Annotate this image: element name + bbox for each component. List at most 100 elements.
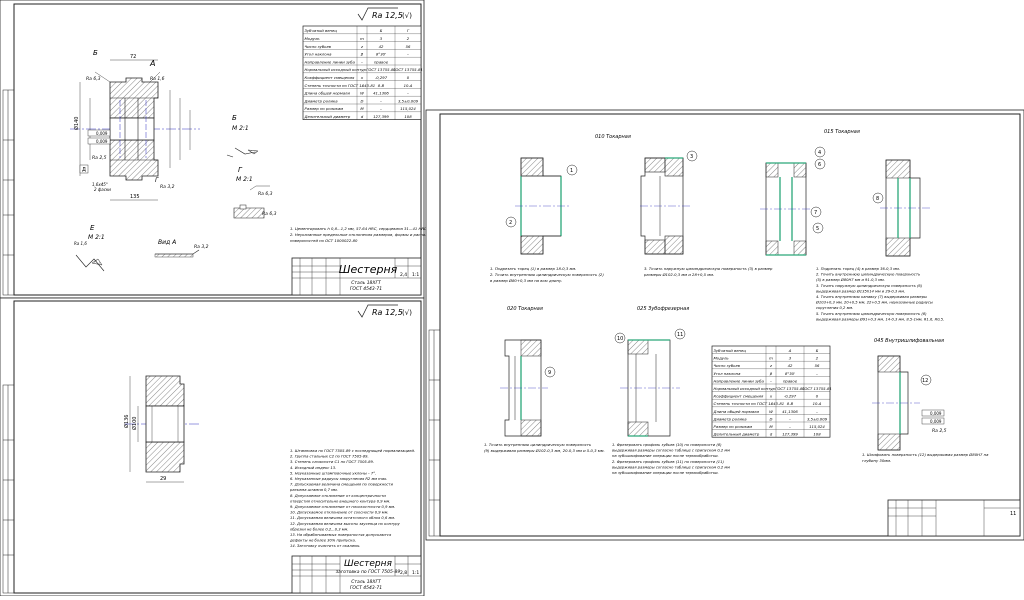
gear-table-3-cell: Делительный диаметр <box>713 432 760 437</box>
op020-line: 1. Точить внутреннюю цилиндрическую пове… <box>484 442 591 447</box>
datum-d: Д <box>82 167 86 173</box>
detail-scale-1: М 2:1 <box>232 125 249 132</box>
note-2-line: дефекты не более 30% припуска. <box>289 539 356 543</box>
op025-line: выдерживая размеры согласно таблице с пр… <box>612 449 730 453</box>
view-label-b: Б <box>93 49 98 57</box>
roughness-paren-2: (√) <box>402 309 412 317</box>
marker-9: 9 <box>548 370 551 376</box>
gear-table-3-cell: Направление линии зуба <box>714 378 765 383</box>
op015-line: 4. Точить внутреннюю канавку (7) выдержи… <box>816 295 927 299</box>
title-block-2: Шестерня заготовка по ГОСТ 7505-89 Сталь… <box>291 555 422 594</box>
op045-line: глубину 30мм. <box>862 458 891 463</box>
tolerance-1: 0,009 <box>96 131 108 136</box>
gear-table-3-cell: Длина общей нормали <box>713 409 760 414</box>
gear-table-1-cell: – <box>380 106 382 111</box>
op010b-line: 3. Точить наружную цилиндрическую поверх… <box>644 266 773 271</box>
title-block-1: Шестерня Сталь 18ХГТ ГОСТ 4543-71 2,4 1:… <box>291 257 422 296</box>
gear-table-1-cell: Степень точности по ГОСТ 1643-81 <box>305 83 376 88</box>
mass-2: 2,8 <box>400 570 407 576</box>
marker-7: 7 <box>814 210 817 216</box>
sheet-2: Ra 12,5 (√) Ø136 Ø100 29 1. Штамповка по… <box>0 297 425 597</box>
material-2: Сталь 18ХГТ <box>351 579 382 585</box>
roughness-paren: (√) <box>402 12 412 20</box>
gear-table-3-cell: – <box>770 386 772 391</box>
gear-table-1-cell: Зубчатый венец <box>305 28 338 33</box>
dim-bottom: 135 <box>130 194 140 200</box>
sheet-1: Ra 12,5 (√) Зубчатый венец Б ГМодуль m 3 2Чис… <box>0 0 444 299</box>
gear-table-3-cell: 41,1306 <box>782 409 798 414</box>
marker-11: 11 <box>677 332 683 338</box>
gear-table-1-cell: 115,024 <box>400 106 416 111</box>
view-label-a: А <box>149 59 155 68</box>
op020-line: (9) выдерживая размеры Ø102-0,3 мм, 20-0… <box>484 448 605 453</box>
detail-label-e: Е <box>90 224 95 232</box>
dim-width: 72 <box>130 54 136 60</box>
gear-table-1-cell: 3,5±0,009 <box>398 98 419 103</box>
note-2-line: 13. На обрабатываемых поверхностях допус… <box>290 533 392 537</box>
detail-scale-3: М 2:1 <box>88 234 105 241</box>
part-name-2: Шестерня <box>344 559 392 569</box>
part-subtitle-2: заготовка по ГОСТ 7505-89 <box>336 569 401 575</box>
op045-line: 1. Шлифовать поверхность (12) выдерживая… <box>862 452 989 457</box>
op015-line: скругления 0,2 мм. <box>816 306 853 310</box>
gear-table-3-cell: 56 <box>815 363 820 368</box>
note-2-line: 10. Допускаемое отклонение от соосности … <box>290 511 389 515</box>
op015-line: 3. Точить наружную цилиндрическую поверх… <box>816 284 923 288</box>
gear-table-1-cell: Длина общей нормали <box>304 91 351 96</box>
gear-table-3-cell: 8°30' <box>785 371 795 376</box>
gear-table-1-cell: Диаметр ролика <box>304 98 339 103</box>
gear-table-1-cell: Модуль <box>305 36 320 41</box>
gear-table-1-cell: Число зубьев <box>305 44 332 49</box>
gear-table-1-cell: Нормальный исходный контур <box>305 67 367 72</box>
gear-table-1-cell: Коэффициент смещения <box>305 75 356 80</box>
gear-table-3-cell: – <box>816 371 818 376</box>
gear-parameters-table-3: Зубчатый венец А БМодуль m 3 2Число зубьев z 42… <box>711 345 832 438</box>
op010-line: в размер Ø80+0,3 мм на всю длину. <box>490 278 562 283</box>
forging-dia-inner: Ø100 <box>131 417 138 430</box>
op-025-text: 1. Фрезеровать профиль зубьев (10) по по… <box>612 443 730 475</box>
roughness-value-2: Ra 12,5 <box>372 308 403 317</box>
view-a-ra: Ra 3,2 <box>194 244 209 250</box>
gear-table-1-cell: Делительный диаметр <box>304 114 351 119</box>
gear-table-1-cell: 8-В <box>378 83 385 88</box>
op-020-title: 020 Токарная <box>507 306 543 312</box>
note-1-line: 2. Неуказанные предельные отклонения раз… <box>290 232 444 237</box>
gear-table-3-cell: 127,399 <box>782 432 798 437</box>
op-045-tol-2: 0,009 <box>930 419 942 424</box>
note-2-line: 2. Группа стальных С2 по ГОСТ 7505-89. <box>290 455 369 459</box>
marker-1: 1 <box>570 168 573 174</box>
op015-line: (5) в размер Ø80Н7 мм и 91-0,3 мм. <box>816 277 885 282</box>
op-025-title: 025 Зубофрезерная <box>637 306 689 312</box>
gear-parameters-table: Зубчатый венец Б ГМодуль m 3 2Число зубьев z 42… <box>302 25 423 120</box>
gear-table-3-cell: Угол наклона <box>714 371 742 376</box>
sheet-3: 010 Токарная 015 Токарная 020 Токарная 0… <box>425 109 1024 541</box>
op025-line: на зубошлифование операции после термооб… <box>612 471 719 475</box>
gear-table-3-cell: 108 <box>813 432 821 437</box>
gear-table-3-cell: правое <box>783 378 798 383</box>
op015-line: 1. Подрезать торец (4) в размер 36-0,3 м… <box>816 267 900 271</box>
marker-3: 3 <box>690 154 693 160</box>
op-020-text: 1. Точить внутреннюю цилиндрическую пове… <box>484 442 605 453</box>
note-1-line: 1. Цементировать h 0,8...1,2 мм, 57-64 H… <box>290 226 428 231</box>
op-045-ra: Ra 2,5 <box>932 428 947 434</box>
op015-line: выдерживая размер Ø135h14 мм и 29-0,3 мм… <box>816 288 905 293</box>
gear-table-1-cell: – <box>407 91 409 96</box>
gear-table-3-cell: Размер по роликам <box>714 424 753 429</box>
gear-table-3-cell: Нормальный исходный контур <box>714 386 776 391</box>
gear-table-3-cell: ГОСТ 13755-81 <box>775 386 805 391</box>
op-045-title: 045 Внутришлифовальная <box>874 338 944 344</box>
title-block-3: 11 <box>887 499 1021 537</box>
gear-table-1-cell: m <box>360 36 364 41</box>
gear-table-1-cell: 108 <box>404 114 412 119</box>
drawing-canvas: Ra 12,5 (√) Зубчатый венец Б ГМодуль m 3 2Чис… <box>0 0 1024 597</box>
gear-table-3-cell: m <box>769 356 773 361</box>
op025-line: выдерживая размеры согласно таблице с пр… <box>612 465 730 469</box>
detail-label-b: Б <box>232 114 237 122</box>
op-045-tol-1: 0,009 <box>930 411 942 416</box>
marker-5: 5 <box>816 226 819 232</box>
gear-table-3-cell: 8-В <box>787 401 794 406</box>
op010-line: 2. Точить внутреннюю цилиндрическую пове… <box>490 272 604 277</box>
op-015-title: 015 Токарная <box>824 129 860 135</box>
gear-table-1-cell: – <box>407 52 409 57</box>
part-name: Шестерня <box>339 263 398 276</box>
